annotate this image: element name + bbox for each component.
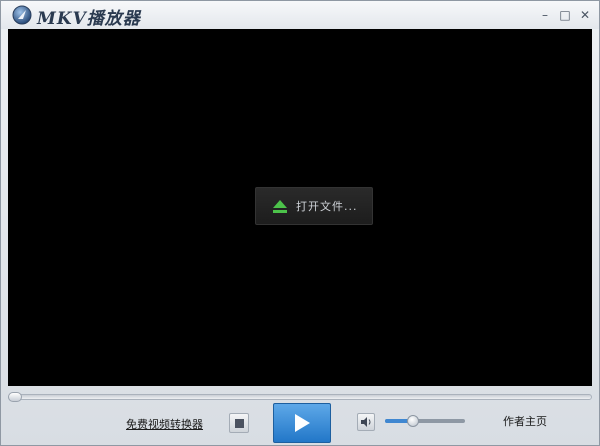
- play-button[interactable]: [273, 403, 331, 443]
- progress-thumb[interactable]: [8, 392, 22, 402]
- close-button[interactable]: ✕: [577, 7, 593, 23]
- volume-slider-thumb[interactable]: [407, 415, 419, 427]
- video-converter-link[interactable]: 免费视频转换器: [126, 416, 203, 432]
- volume-button[interactable]: [357, 413, 375, 431]
- eject-icon: [273, 200, 287, 213]
- speaker-icon: [361, 417, 371, 427]
- progress-track[interactable]: [8, 394, 592, 400]
- open-file-label: 打开文件...: [296, 200, 358, 213]
- open-file-button[interactable]: 打开文件...: [255, 187, 373, 225]
- window-title: MKV播放器: [37, 9, 141, 29]
- title-bar[interactable]: MKV播放器 – □ ✕: [1, 1, 599, 29]
- window-controls: – □ ✕: [537, 7, 593, 23]
- minimize-button[interactable]: –: [537, 7, 553, 23]
- author-homepage-link[interactable]: 作者主页: [503, 413, 547, 429]
- maximize-button[interactable]: □: [557, 7, 573, 23]
- video-display[interactable]: 打开文件...: [8, 29, 592, 386]
- app-window: MKV播放器 – □ ✕ 打开文件... 免费视频转换器 作者主页: [0, 0, 600, 446]
- app-logo-icon: [12, 5, 32, 25]
- stop-icon: [234, 418, 244, 428]
- play-icon: [295, 414, 310, 432]
- stop-button[interactable]: [229, 413, 249, 433]
